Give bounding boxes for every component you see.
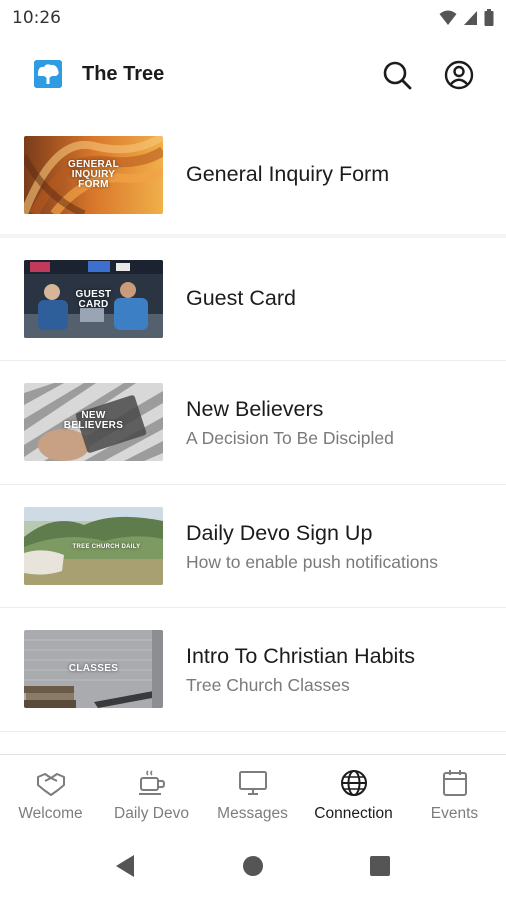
- status-time: 10:26: [12, 8, 61, 28]
- thumbnail-new-believers: NEW BELIEVERS: [24, 383, 163, 461]
- content-list: GENERAL INQUIRY FORM General Inquiry For…: [0, 114, 506, 732]
- tab-welcome[interactable]: Welcome: [0, 755, 101, 831]
- globe-icon: [341, 770, 367, 796]
- thumbnail-daily-devo: TREE CHURCH DAILY: [24, 506, 163, 585]
- list-item-title: Intro To Christian Habits: [186, 644, 416, 668]
- list-item-title: Guest Card: [186, 285, 296, 310]
- list-item-text: General Inquiry Form: [186, 162, 496, 187]
- thumbnail-label: TREE CHURCH DAILY: [72, 543, 141, 550]
- wifi-icon: [439, 10, 457, 25]
- list-item-text: Daily Devo Sign Up How to enable push no…: [186, 521, 496, 573]
- list-item-subtitle: A Decision To Be Discipled: [186, 428, 394, 448]
- battery-icon: [484, 9, 494, 26]
- thumbnail-classes: CLASSES: [24, 630, 163, 708]
- monitor-icon: [239, 771, 267, 795]
- list-item-subtitle: How to enable push notifications: [186, 551, 438, 572]
- home-icon[interactable]: [242, 855, 264, 877]
- thumbnail-label: GUEST CARD: [75, 288, 112, 310]
- search-icon: [383, 61, 412, 90]
- tree-logo-icon: [34, 60, 62, 88]
- system-nav-bar: [0, 830, 506, 900]
- thumbnail-label: NEW BELIEVERS: [63, 410, 124, 431]
- app-bar: The Tree: [0, 44, 506, 104]
- list-item-new-believers[interactable]: NEW BELIEVERS New Believers A Decision T…: [0, 361, 506, 485]
- list-item-intro-to-christian-habits[interactable]: CLASSES Intro To Christian Habits Tree C…: [0, 608, 506, 732]
- list-item-daily-devo-sign-up[interactable]: TREE CHURCH DAILY Daily Devo Sign Up How…: [0, 485, 506, 608]
- back-icon[interactable]: [114, 854, 136, 878]
- thumbnail-guest-card: GUEST CARD: [24, 259, 163, 338]
- recents-icon[interactable]: [369, 855, 391, 877]
- list-item-text: New Believers A Decision To Be Discipled: [186, 397, 496, 449]
- account-icon: [444, 60, 474, 90]
- list-item-subtitle: Tree Church Classes: [186, 675, 350, 695]
- thumbnail-general-inquiry: GENERAL INQUIRY FORM: [24, 136, 163, 214]
- coffee-cup-icon: [139, 770, 166, 795]
- cell-signal-icon: [464, 10, 477, 25]
- tab-label: Welcome: [18, 805, 83, 822]
- tab-daily-devo[interactable]: Daily Devo: [101, 755, 202, 831]
- calendar-icon: [443, 770, 467, 796]
- tab-label: Daily Devo: [114, 805, 189, 822]
- thumbnail-label: GENERAL INQUIRY FORM: [68, 159, 119, 190]
- tab-events[interactable]: Events: [404, 755, 505, 831]
- search-button[interactable]: [380, 58, 414, 92]
- status-icons: [439, 9, 494, 26]
- list-item-guest-card[interactable]: GUEST CARD Guest Card: [0, 238, 506, 361]
- bottom-nav: Welcome Daily Devo Messages Connection E…: [0, 754, 506, 830]
- list-item-text: Guest Card: [186, 286, 496, 311]
- tab-label: Events: [430, 805, 479, 822]
- list-item-general-inquiry-form[interactable]: GENERAL INQUIRY FORM General Inquiry For…: [0, 114, 506, 238]
- thumbnail-label: CLASSES: [68, 663, 119, 674]
- status-bar: 10:26: [0, 0, 506, 36]
- list-item-title: New Believers: [186, 397, 324, 421]
- list-item-text: Intro To Christian Habits Tree Church Cl…: [186, 644, 496, 696]
- list-item-title: General Inquiry Form: [186, 162, 390, 186]
- handshake-icon: [37, 773, 65, 796]
- tab-label: Messages: [217, 805, 288, 822]
- tab-messages[interactable]: Messages: [202, 755, 303, 831]
- app-title: The Tree: [82, 63, 165, 85]
- list-item-title: Daily Devo Sign Up: [186, 520, 373, 545]
- tab-label: Connection: [314, 805, 393, 822]
- tab-connection[interactable]: Connection: [303, 755, 404, 831]
- account-button[interactable]: [442, 58, 476, 92]
